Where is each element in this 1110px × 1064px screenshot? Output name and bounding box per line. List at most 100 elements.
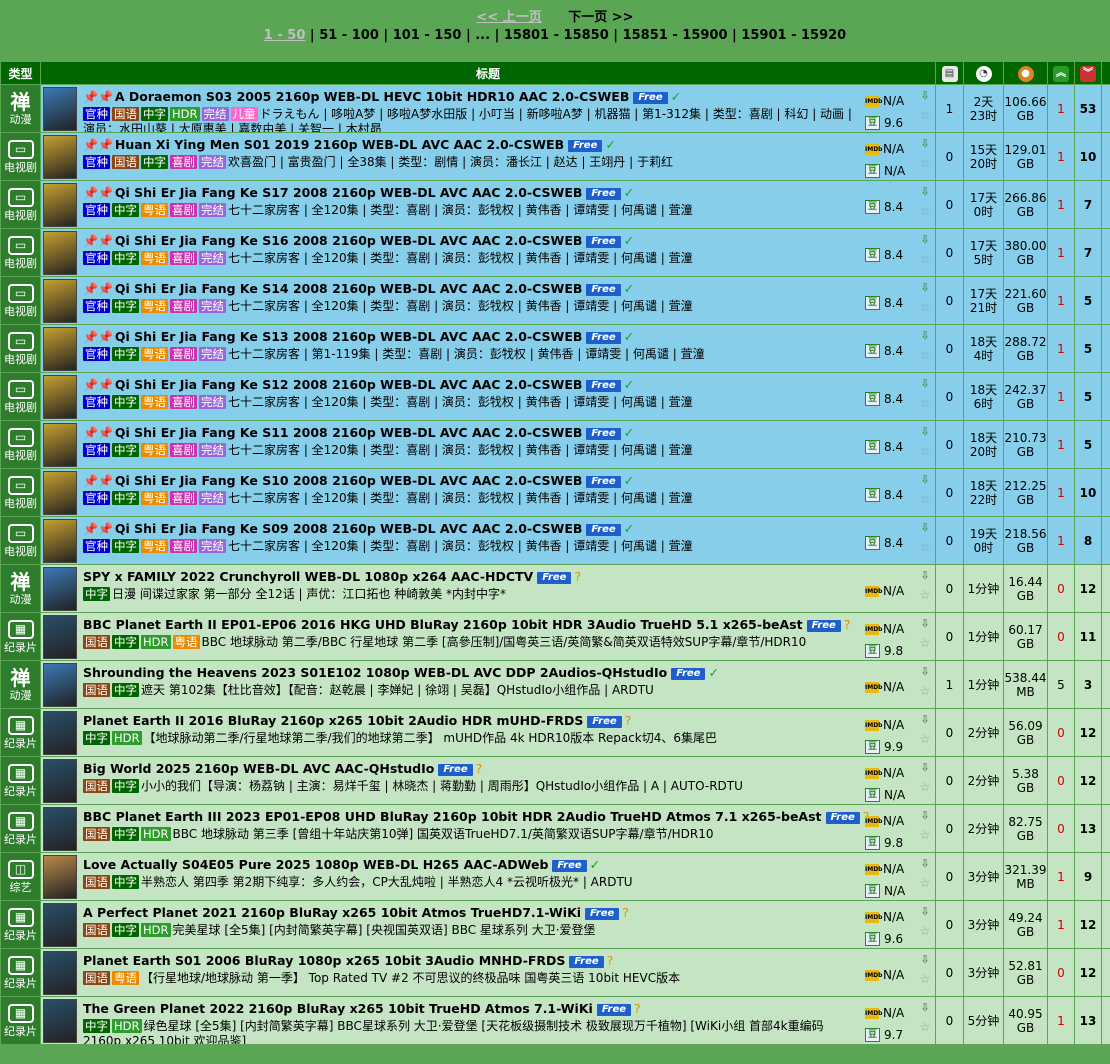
torrent-title-link[interactable]: Planet Earth S01 2006 BluRay 1080p x265 …	[83, 953, 565, 968]
download-icon[interactable]: ⇩	[917, 231, 933, 249]
torrent-title-link[interactable]: Huan Xi Ying Men S01 2019 2160p WEB-DL A…	[115, 137, 564, 152]
poster-thumbnail[interactable]	[43, 999, 77, 1043]
torrent-title-link[interactable]: Qi Shi Er Jia Fang Ke S16 2008 2160p WEB…	[115, 233, 583, 248]
col-time[interactable]: ◔	[963, 61, 1004, 85]
bookmark-star-icon[interactable]: ☆	[917, 873, 933, 893]
comments-count[interactable]: 0	[935, 516, 964, 565]
col-comments[interactable]: ▤	[935, 61, 964, 85]
seeders-count[interactable]: 1	[1047, 372, 1075, 421]
download-icon[interactable]: ⇩	[917, 759, 933, 777]
leechers-count[interactable]: 12	[1074, 948, 1102, 997]
category-cell[interactable]: ▭ 电视剧	[0, 276, 41, 325]
comments-count[interactable]: 0	[935, 372, 964, 421]
col-completed[interactable]	[1101, 61, 1110, 85]
category-cell[interactable]: 禅动漫	[0, 660, 41, 709]
leechers-count[interactable]: 9	[1074, 852, 1102, 901]
col-type[interactable]: 类型	[0, 61, 41, 85]
leechers-count[interactable]: 13	[1074, 804, 1102, 853]
torrent-title-link[interactable]: A Doraemon S03 2005 2160p WEB-DL HEVC 10…	[115, 89, 629, 104]
seeders-count[interactable]: 1	[1047, 180, 1075, 229]
bookmark-star-icon[interactable]: ☆	[917, 1017, 933, 1037]
comments-count[interactable]: 0	[935, 564, 964, 613]
download-icon[interactable]: ⇩	[917, 423, 933, 441]
download-icon[interactable]: ⇩	[917, 183, 933, 201]
category-cell[interactable]: ▭ 电视剧	[0, 372, 41, 421]
bookmark-star-icon[interactable]: ☆	[917, 393, 933, 413]
category-cell[interactable]: ▭ 电视剧	[0, 420, 41, 469]
seeders-count[interactable]: 1	[1047, 420, 1075, 469]
poster-thumbnail[interactable]	[43, 951, 77, 995]
category-cell[interactable]: ▦ 纪录片	[0, 996, 41, 1045]
download-icon[interactable]: ⇩	[917, 711, 933, 729]
torrent-title-link[interactable]: Qi Shi Er Jia Fang Ke S09 2008 2160p WEB…	[115, 521, 583, 536]
bookmark-star-icon[interactable]: ☆	[917, 201, 933, 221]
poster-thumbnail[interactable]	[43, 135, 77, 179]
leechers-count[interactable]: 12	[1074, 756, 1102, 805]
poster-thumbnail[interactable]	[43, 183, 77, 227]
download-icon[interactable]: ⇩	[917, 519, 933, 537]
category-cell[interactable]: ▦ 纪录片	[0, 708, 41, 757]
bookmark-star-icon[interactable]: ☆	[917, 537, 933, 557]
col-title[interactable]: 标题	[40, 61, 936, 85]
comments-count[interactable]: 0	[935, 948, 964, 997]
torrent-title-link[interactable]: Shrounding the Heavens 2023 S01E102 1080…	[83, 665, 667, 680]
prev-page-link[interactable]: << 上一页	[476, 10, 541, 25]
bookmark-star-icon[interactable]: ☆	[917, 297, 933, 317]
comments-count[interactable]: 0	[935, 612, 964, 661]
category-cell[interactable]: ▭ 电视剧	[0, 228, 41, 277]
seeders-count[interactable]: 5	[1047, 660, 1075, 709]
comments-count[interactable]: 0	[935, 900, 964, 949]
poster-thumbnail[interactable]	[43, 279, 77, 323]
download-icon[interactable]: ⇩	[917, 663, 933, 681]
comments-count[interactable]: 0	[935, 132, 964, 181]
poster-thumbnail[interactable]	[43, 615, 77, 659]
leechers-count[interactable]: 53	[1074, 84, 1102, 133]
page-link[interactable]: 15851 - 15900	[623, 28, 728, 43]
torrent-title-link[interactable]: The Green Planet 2022 2160p BluRay x265 …	[83, 1001, 593, 1016]
bookmark-star-icon[interactable]: ☆	[917, 681, 933, 701]
poster-thumbnail[interactable]	[43, 327, 77, 371]
comments-count[interactable]: 1	[935, 660, 964, 709]
leechers-count[interactable]: 5	[1074, 372, 1102, 421]
bookmark-star-icon[interactable]: ☆	[917, 345, 933, 365]
poster-thumbnail[interactable]	[43, 711, 77, 755]
torrent-title-link[interactable]: Qi Shi Er Jia Fang Ke S14 2008 2160p WEB…	[115, 281, 583, 296]
comments-count[interactable]: 1	[935, 84, 964, 133]
category-cell[interactable]: ▭ 电视剧	[0, 324, 41, 373]
category-cell[interactable]: ◫ 综艺	[0, 852, 41, 901]
leechers-count[interactable]: 11	[1074, 612, 1102, 661]
page-link[interactable]: 15901 - 15920	[741, 28, 846, 43]
bookmark-star-icon[interactable]: ☆	[917, 825, 933, 845]
torrent-title-link[interactable]: Qi Shi Er Jia Fang Ke S17 2008 2160p WEB…	[115, 185, 583, 200]
poster-thumbnail[interactable]	[43, 759, 77, 803]
poster-thumbnail[interactable]	[43, 807, 77, 851]
category-cell[interactable]: ▭ 电视剧	[0, 516, 41, 565]
download-icon[interactable]: ⇩	[917, 471, 933, 489]
leechers-count[interactable]: 12	[1074, 708, 1102, 757]
category-cell[interactable]: ▦ 纪录片	[0, 948, 41, 997]
bookmark-star-icon[interactable]: ☆	[917, 441, 933, 461]
comments-count[interactable]: 0	[935, 468, 964, 517]
bookmark-star-icon[interactable]: ☆	[917, 153, 933, 173]
category-cell[interactable]: ▦ 纪录片	[0, 804, 41, 853]
next-page-link[interactable]: 下一页 >>	[568, 10, 633, 25]
bookmark-star-icon[interactable]: ☆	[917, 585, 933, 605]
category-cell[interactable]: ▭ 电视剧	[0, 132, 41, 181]
leechers-count[interactable]: 8	[1074, 516, 1102, 565]
seeders-count[interactable]: 0	[1047, 612, 1075, 661]
leechers-count[interactable]: 5	[1074, 324, 1102, 373]
comments-count[interactable]: 0	[935, 804, 964, 853]
bookmark-star-icon[interactable]: ☆	[917, 729, 933, 749]
seeders-count[interactable]: 1	[1047, 996, 1075, 1045]
poster-thumbnail[interactable]	[43, 471, 77, 515]
bookmark-star-icon[interactable]: ☆	[917, 969, 933, 989]
comments-count[interactable]: 0	[935, 276, 964, 325]
torrent-title-link[interactable]: BBC Planet Earth II EP01-EP06 2016 HKG U…	[83, 617, 803, 632]
seeders-count[interactable]: 1	[1047, 468, 1075, 517]
poster-thumbnail[interactable]	[43, 231, 77, 275]
seeders-count[interactable]: 1	[1047, 852, 1075, 901]
bookmark-star-icon[interactable]: ☆	[917, 105, 933, 125]
leechers-count[interactable]: 7	[1074, 180, 1102, 229]
page-link[interactable]: 101 - 150	[393, 28, 462, 43]
download-icon[interactable]: ⇩	[917, 951, 933, 969]
